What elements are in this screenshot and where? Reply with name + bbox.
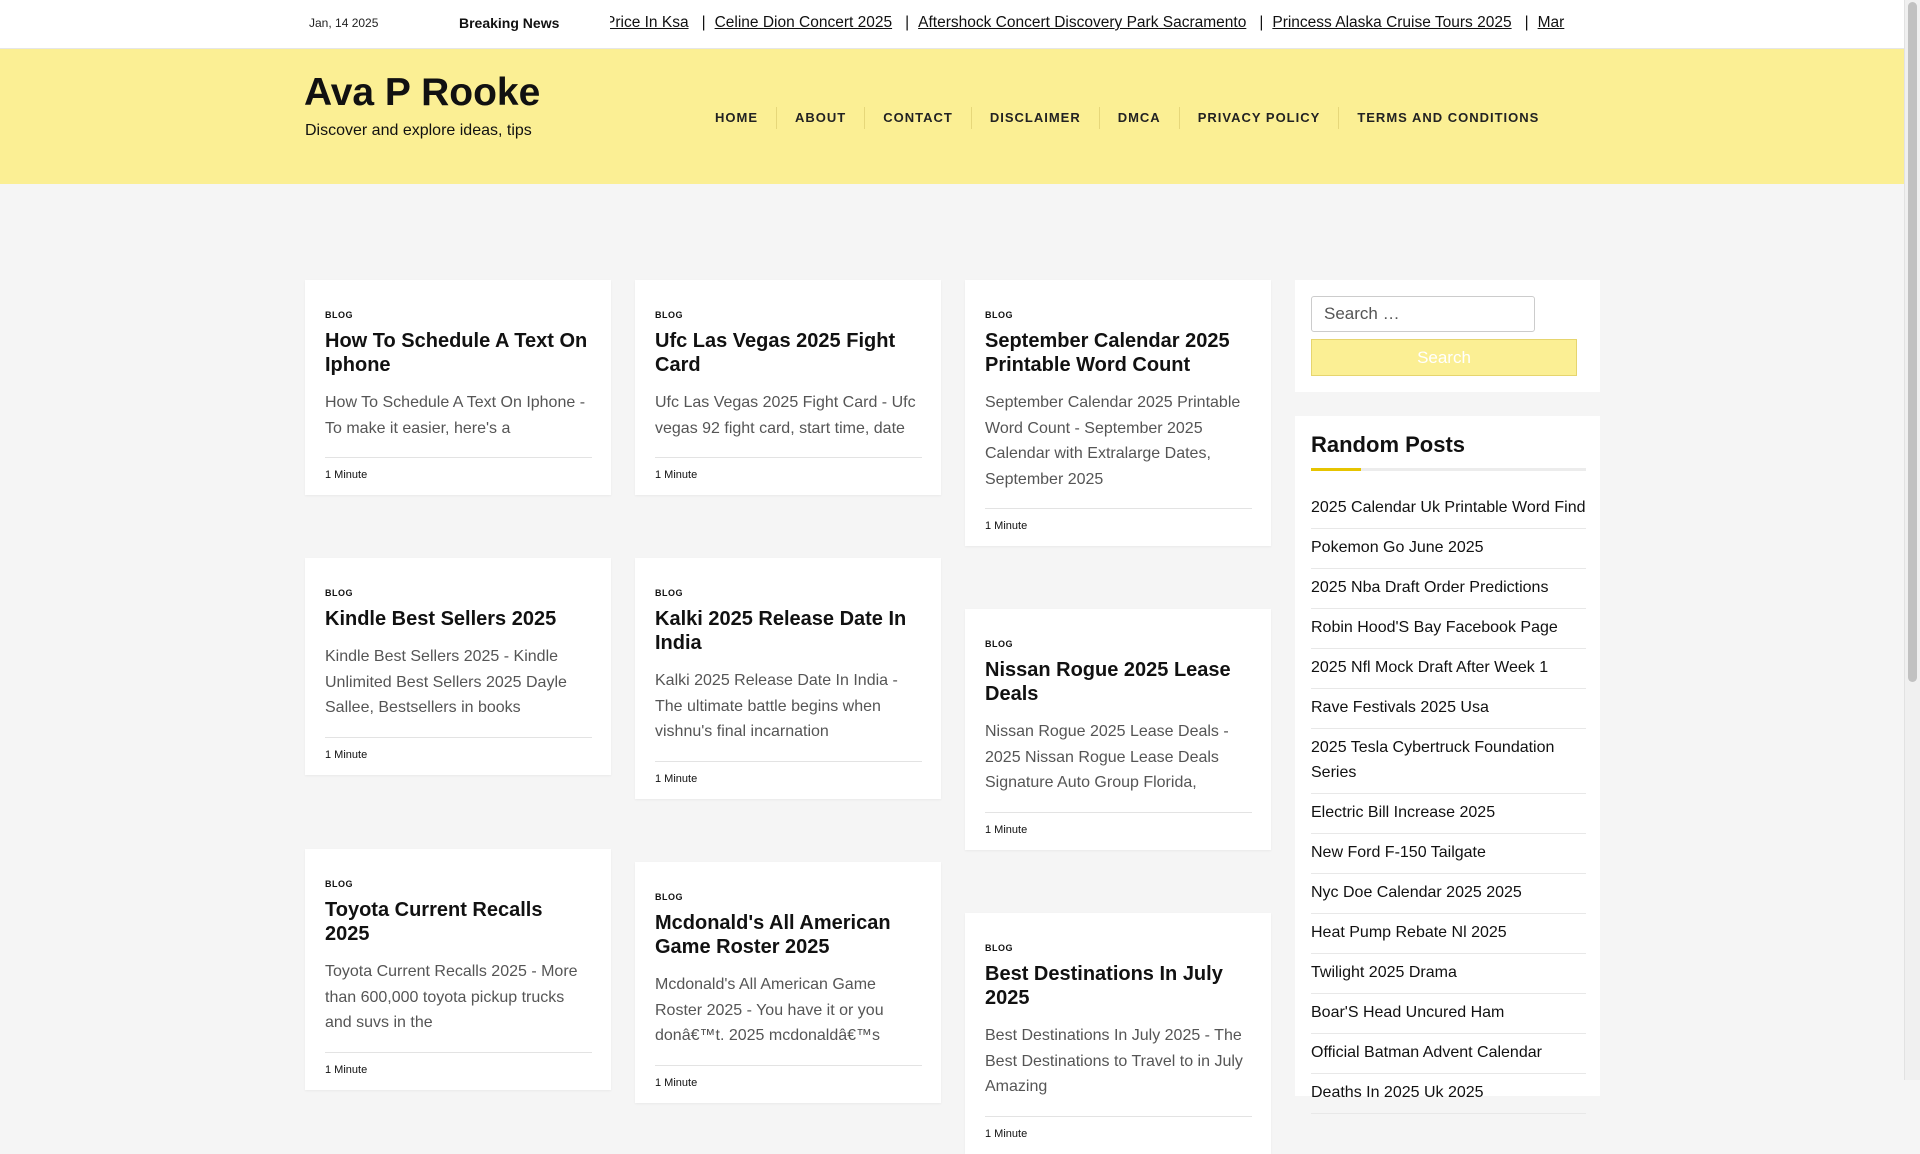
post-category[interactable]: BLOG [325, 879, 592, 889]
search-widget: Search [1295, 280, 1600, 392]
random-post-link[interactable]: 2025 Calendar Uk Printable Word Find [1311, 492, 1586, 529]
random-post-link[interactable]: Electric Bill Increase 2025 [1311, 797, 1586, 834]
random-posts-widget: Random Posts 2025 Calendar Uk Printable … [1295, 416, 1600, 1114]
post-title[interactable]: Best Destinations In July 2025 [985, 962, 1252, 1010]
post-card: BLOG Nissan Rogue 2025 Lease Deals Nissa… [965, 609, 1271, 850]
post-card: BLOG September Calendar 2025 Printable W… [965, 280, 1271, 546]
post-category[interactable]: BLOG [655, 892, 922, 902]
post-title[interactable]: Kalki 2025 Release Date In India [655, 607, 922, 655]
random-post-link[interactable]: Heat Pump Rebate Nl 2025 [1311, 917, 1586, 954]
post-category[interactable]: BLOG [325, 310, 592, 320]
widget-title-underline [1311, 468, 1586, 471]
ticker-separator: | [905, 14, 910, 31]
post-read-time: 1 Minute [985, 811, 1252, 850]
post-excerpt: Toyota Current Recalls 2025 - More than … [325, 963, 578, 1031]
post-title[interactable]: How To Schedule A Text On Iphone [325, 329, 592, 377]
random-post-link[interactable]: Deaths In 2025 Uk 2025 [1311, 1077, 1586, 1114]
search-input[interactable] [1311, 296, 1535, 332]
nav-terms-and-conditions[interactable]: TERMS AND CONDITIONS [1339, 107, 1557, 129]
post-card: BLOG Best Destinations In July 2025 Best… [965, 913, 1271, 1154]
post-card: BLOG Kalki 2025 Release Date In India Ka… [635, 558, 941, 799]
random-posts-list: 2025 Calendar Uk Printable Word Find Pok… [1311, 492, 1586, 1117]
random-post-link[interactable]: New Ford F-150 Tailgate [1311, 837, 1586, 874]
post-category[interactable]: BLOG [985, 943, 1252, 953]
post-title[interactable]: Kindle Best Sellers 2025 [325, 607, 592, 631]
nav-disclaimer[interactable]: DISCLAIMER [972, 107, 1100, 129]
top-bar: Jan, 14 2025 Breaking News Price In Ksa |… [0, 0, 1905, 49]
nav-contact[interactable]: CONTACT [865, 107, 972, 129]
current-date: Jan, 14 2025 [309, 16, 379, 30]
post-excerpt: Kalki 2025 Release Date In India - The u… [655, 672, 898, 740]
page: Jan, 14 2025 Breaking News Price In Ksa |… [0, 0, 1905, 1154]
breaking-news-ticker: Price In Ksa | Celine Dion Concert 2025 | Af… [610, 14, 1602, 36]
search-button[interactable]: Search [1311, 339, 1577, 376]
nav-privacy-policy[interactable]: PRIVACY POLICY [1180, 107, 1340, 129]
post-read-time: 1 Minute [325, 736, 592, 775]
post-category[interactable]: BLOG [985, 310, 1252, 320]
post-card: BLOG Toyota Current Recalls 2025 Toyota … [305, 849, 611, 1090]
post-title[interactable]: Nissan Rogue 2025 Lease Deals [985, 658, 1252, 706]
post-category[interactable]: BLOG [325, 588, 592, 598]
post-card: BLOG Kindle Best Sellers 2025 Kindle Bes… [305, 558, 611, 775]
post-read-time: 1 Minute [985, 508, 1252, 546]
ticker-link[interactable]: Price In Ksa [610, 14, 689, 31]
post-excerpt: September Calendar 2025 Printable Word C… [985, 394, 1241, 488]
random-post-link[interactable]: 2025 Tesla Cybertruck Foundation Series [1311, 732, 1586, 794]
post-title[interactable]: Mcdonald's All American Game Roster 2025 [655, 911, 922, 959]
random-post-link[interactable]: Rave Festivals 2025 Usa [1311, 692, 1586, 729]
post-excerpt: Ufc Las Vegas 2025 Fight Card - Ufc vega… [655, 394, 916, 437]
post-category[interactable]: BLOG [985, 639, 1252, 649]
post-title[interactable]: Toyota Current Recalls 2025 [325, 898, 592, 946]
post-excerpt: How To Schedule A Text On Iphone - To ma… [325, 394, 586, 437]
random-post-link[interactable]: Robin Hood'S Bay Facebook Page [1311, 612, 1586, 649]
random-post-link[interactable]: Pokemon Go June 2025 [1311, 532, 1586, 569]
main-nav: HOME ABOUT CONTACT DISCLAIMER DMCA PRIVA… [697, 107, 1557, 129]
post-category[interactable]: BLOG [655, 588, 922, 598]
scrollbar-thumb[interactable] [1908, 2, 1917, 682]
post-title[interactable]: September Calendar 2025 Printable Word C… [985, 329, 1252, 377]
post-card: BLOG Ufc Las Vegas 2025 Fight Card Ufc L… [635, 280, 941, 495]
random-post-link[interactable]: 2025 Nba Draft Order Predictions [1311, 572, 1586, 609]
ticker-link[interactable]: Aftershock Concert Discovery Park Sacram… [918, 14, 1246, 31]
site-title[interactable]: Ava P Rooke [304, 71, 540, 115]
ticker-link[interactable]: Princess Alaska Cruise Tours 2025 [1272, 14, 1511, 31]
page-scrollbar[interactable] [1904, 0, 1920, 1080]
post-excerpt: Nissan Rogue 2025 Lease Deals - 2025 Nis… [985, 723, 1229, 791]
post-read-time: 1 Minute [655, 760, 922, 799]
nav-home[interactable]: HOME [697, 107, 777, 129]
post-read-time: 1 Minute [325, 1051, 592, 1090]
ticker-link[interactable]: Mar [1538, 14, 1565, 31]
ticker-separator: | [701, 14, 706, 31]
post-read-time: 1 Minute [655, 1064, 922, 1103]
random-post-link[interactable]: Official Batman Advent Calendar [1311, 1037, 1586, 1074]
random-post-link[interactable]: 2025 Nfl Mock Draft After Week 1 [1311, 652, 1586, 689]
site-tagline: Discover and explore ideas, tips [305, 122, 532, 139]
site-header: Ava P Rooke Discover and explore ideas, … [0, 49, 1905, 184]
post-excerpt: Kindle Best Sellers 2025 - Kindle Unlimi… [325, 648, 567, 716]
ticker-separator: | [1259, 14, 1264, 31]
post-card: BLOG How To Schedule A Text On Iphone Ho… [305, 280, 611, 495]
post-read-time: 1 Minute [985, 1115, 1252, 1154]
ticker-separator: | [1524, 14, 1529, 31]
underline-accent [1311, 468, 1361, 471]
post-read-time: 1 Minute [325, 457, 592, 495]
ticker-link[interactable]: Celine Dion Concert 2025 [715, 14, 893, 31]
random-post-link[interactable]: Boar'S Head Uncured Ham [1311, 997, 1586, 1034]
nav-dmca[interactable]: DMCA [1100, 107, 1180, 129]
post-read-time: 1 Minute [655, 457, 922, 495]
post-excerpt: Mcdonald's All American Game Roster 2025… [655, 976, 884, 1044]
post-title[interactable]: Ufc Las Vegas 2025 Fight Card [655, 329, 922, 377]
widget-title: Random Posts [1311, 432, 1466, 457]
random-post-link[interactable]: Nyc Doe Calendar 2025 2025 [1311, 877, 1586, 914]
nav-about[interactable]: ABOUT [777, 107, 866, 129]
breaking-news-label: Breaking News [459, 15, 560, 31]
post-card: BLOG Mcdonald's All American Game Roster… [635, 862, 941, 1103]
post-excerpt: Best Destinations In July 2025 - The Bes… [985, 1027, 1243, 1095]
random-post-link[interactable]: Twilight 2025 Drama [1311, 957, 1586, 994]
post-category[interactable]: BLOG [655, 310, 922, 320]
